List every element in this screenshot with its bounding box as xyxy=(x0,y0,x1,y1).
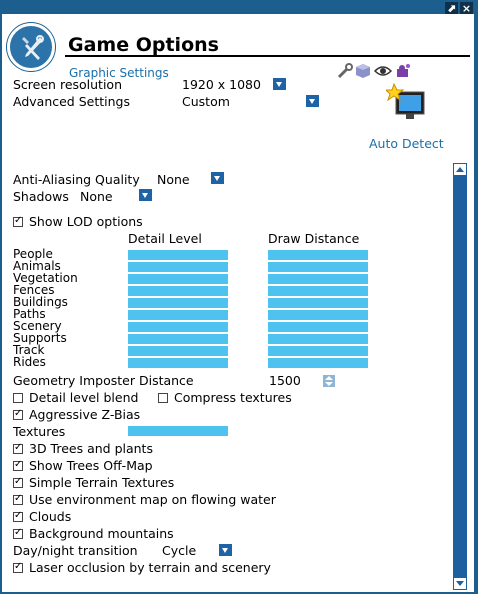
option-checkbox[interactable] xyxy=(13,510,23,522)
screen-resolution-dropdown[interactable] xyxy=(273,78,286,90)
detail-level-blend-label: Detail level blend xyxy=(29,390,139,405)
option-label: Use environment map on flowing water xyxy=(29,492,276,507)
day-night-dropdown[interactable] xyxy=(219,544,232,556)
aggressive-zbias-checkbox[interactable] xyxy=(13,408,23,420)
imposter-distance-spinner[interactable] xyxy=(323,375,335,387)
draw-distance-slider[interactable] xyxy=(268,334,368,344)
draw-distance-header: Draw Distance xyxy=(268,231,360,246)
option-checkbox[interactable] xyxy=(13,493,23,505)
option-label: 3D Trees and plants xyxy=(29,441,153,456)
draw-distance-slider[interactable] xyxy=(268,262,368,272)
draw-distance-slider[interactable] xyxy=(268,358,368,368)
day-night-value[interactable]: Cycle xyxy=(162,543,196,558)
puzzle-icon[interactable] xyxy=(394,62,412,80)
advanced-settings-label: Advanced Settings xyxy=(13,94,130,109)
auto-detect-button[interactable]: Auto Detect xyxy=(369,136,444,151)
option-checkbox[interactable] xyxy=(13,459,23,471)
option-checkbox[interactable] xyxy=(13,442,23,454)
scrollbar-track[interactable] xyxy=(453,164,467,590)
option-label: Simple Terrain Textures xyxy=(29,475,175,490)
imposter-distance-label: Geometry Imposter Distance xyxy=(13,373,194,388)
detail-level-slider[interactable] xyxy=(128,310,228,320)
draw-distance-slider[interactable] xyxy=(268,250,368,260)
detail-level-slider[interactable] xyxy=(128,250,228,260)
aggressive-zbias-label: Aggressive Z-Bias xyxy=(29,407,141,422)
draw-distance-slider[interactable] xyxy=(268,298,368,308)
advanced-settings-dropdown[interactable] xyxy=(306,95,319,107)
lod-row-label: Rides xyxy=(13,355,46,369)
compress-textures-label: Compress textures xyxy=(174,390,292,405)
anti-aliasing-value[interactable]: None xyxy=(157,172,190,187)
show-lod-checkbox[interactable] xyxy=(13,215,23,227)
compress-textures-checkbox[interactable] xyxy=(158,393,168,403)
show-lod-label: Show LOD options xyxy=(29,214,143,229)
laser-occlusion-checkbox[interactable] xyxy=(13,561,23,573)
detail-level-slider[interactable] xyxy=(128,358,228,368)
window-title: Game Options xyxy=(68,34,219,56)
imposter-distance-value[interactable]: 1500 xyxy=(269,373,301,388)
day-night-label: Day/night transition xyxy=(13,543,138,558)
game-options-window: ⬈ × Game Options Graphic Settings Screen… xyxy=(0,0,478,594)
textures-slider[interactable] xyxy=(128,426,228,436)
textures-label: Textures xyxy=(13,424,66,439)
wrench-icon[interactable] xyxy=(336,62,354,80)
draw-distance-slider[interactable] xyxy=(268,346,368,356)
title-divider xyxy=(65,55,470,57)
detail-level-slider[interactable] xyxy=(128,274,228,284)
detail-level-blend-checkbox[interactable] xyxy=(13,393,23,403)
option-checkbox[interactable] xyxy=(13,476,23,488)
eye-icon[interactable] xyxy=(373,62,393,80)
anti-aliasing-label: Anti-Aliasing Quality xyxy=(13,172,140,187)
shadows-dropdown[interactable] xyxy=(139,189,152,201)
draw-distance-slider[interactable] xyxy=(268,310,368,320)
draw-distance-slider[interactable] xyxy=(268,286,368,296)
detail-level-slider[interactable] xyxy=(128,298,228,308)
advanced-settings-value[interactable]: Custom xyxy=(182,94,230,109)
cube-icon[interactable] xyxy=(354,62,372,80)
option-checkbox[interactable] xyxy=(13,527,23,539)
scroll-down-button[interactable] xyxy=(453,577,467,590)
detail-level-slider[interactable] xyxy=(128,346,228,356)
shadows-value[interactable]: None xyxy=(80,189,113,204)
anti-aliasing-dropdown[interactable] xyxy=(211,172,224,184)
detail-level-slider[interactable] xyxy=(128,262,228,272)
laser-occlusion-label: Laser occlusion by terrain and scenery xyxy=(29,560,271,575)
draw-distance-slider[interactable] xyxy=(268,322,368,332)
detail-level-slider[interactable] xyxy=(128,322,228,332)
detail-level-header: Detail Level xyxy=(128,231,202,246)
detail-level-slider[interactable] xyxy=(128,286,228,296)
shadows-label: Shadows xyxy=(13,189,69,204)
draw-distance-slider[interactable] xyxy=(268,274,368,284)
option-label: Background mountains xyxy=(29,526,174,541)
option-label: Clouds xyxy=(29,509,72,524)
detail-level-slider[interactable] xyxy=(128,334,228,344)
screen-resolution-label: Screen resolution xyxy=(13,77,123,92)
scroll-up-button[interactable] xyxy=(453,163,467,176)
options-panel: Game Options Graphic Settings Screen res… xyxy=(2,14,474,592)
monitor-icon[interactable] xyxy=(384,82,430,126)
tools-logo-icon xyxy=(7,23,55,71)
option-label: Show Trees Off-Map xyxy=(29,458,153,473)
screen-resolution-value[interactable]: 1920 x 1080 xyxy=(182,77,261,92)
